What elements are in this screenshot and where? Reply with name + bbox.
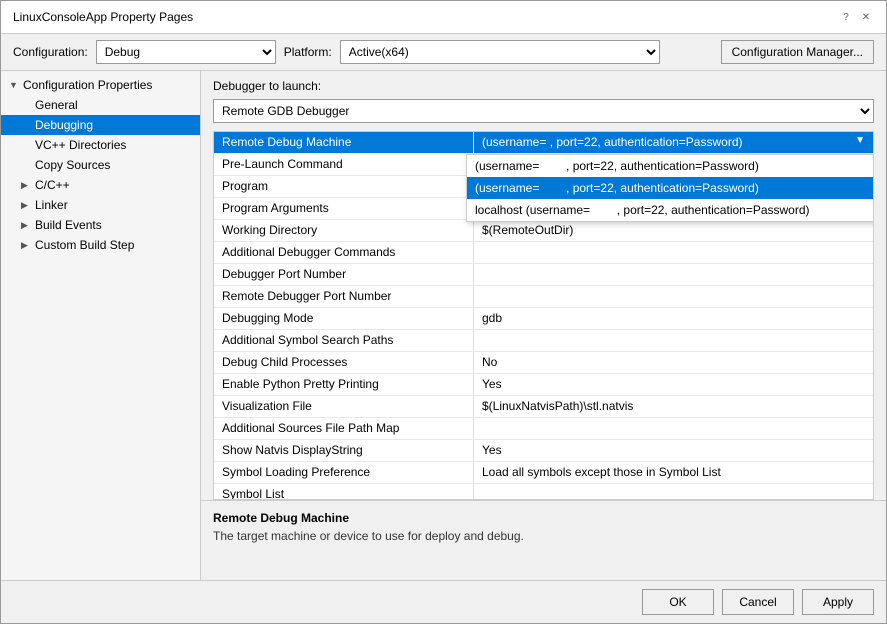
prop-name-0: Remote Debug Machine [214,132,474,153]
prop-name-14: Show Natvis DisplayString [214,440,474,461]
prop-name-13: Additional Sources File Path Map [214,418,474,439]
help-button[interactable]: ? [838,9,854,25]
sidebar-item-label-vc-dirs: VC++ Directories [35,138,126,152]
prop-name-4: Working Directory [214,220,474,241]
sidebar-item-label-copy-sources: Copy Sources [35,158,110,172]
sidebar-item-label-cpp: C/C++ [35,178,70,192]
sidebar-item-cpp[interactable]: ▶C/C++ [1,175,200,195]
prop-row-0[interactable]: Remote Debug Machine(username= , port=22… [214,132,873,154]
dropdown-overlay: (username= , port=22, authentication=Pas… [466,154,874,222]
prop-name-2: Program [214,176,474,197]
expand-icon-cpp: ▶ [21,180,33,191]
sidebar-item-label-debugging: Debugging [35,118,93,132]
ok-button[interactable]: OK [642,589,714,615]
sidebar-item-config-props[interactable]: ▼Configuration Properties [1,75,200,95]
prop-value-4: $(RemoteOutDir) [474,220,873,241]
prop-value-16 [474,484,873,500]
debugger-select[interactable]: Remote GDB Debugger [213,99,874,123]
sidebar-item-label-build-events: Build Events [35,218,102,232]
prop-value-0: (username= , port=22, authentication=Pas… [474,132,873,153]
prop-name-8: Debugging Mode [214,308,474,329]
sidebar-item-custom-build[interactable]: ▶Custom Build Step [1,235,200,255]
title-bar: LinuxConsoleApp Property Pages ? ✕ [1,1,886,34]
apply-button[interactable]: Apply [802,589,874,615]
platform-label: Platform: [284,45,332,59]
prop-value-15: Load all symbols except those in Symbol … [474,462,873,483]
sidebar-item-vc-dirs[interactable]: VC++ Directories [1,135,200,155]
dropdown-item-1[interactable]: (username= , port=22, authentication=Pas… [467,177,874,199]
configuration-select[interactable]: Debug [96,40,276,64]
prop-name-7: Remote Debugger Port Number [214,286,474,307]
prop-row-13[interactable]: Additional Sources File Path Map [214,418,873,440]
info-panel: Remote Debug Machine The target machine … [201,500,886,580]
prop-value-12: $(LinuxNatvisPath)\stl.natvis [474,396,873,417]
prop-name-15: Symbol Loading Preference [214,462,474,483]
prop-value-11: Yes [474,374,873,395]
sidebar-item-label-custom-build: Custom Build Step [35,238,134,252]
prop-value-6 [474,264,873,285]
platform-select[interactable]: Active(x64) [340,40,660,64]
sidebar-item-label-config-props: Configuration Properties [23,78,152,92]
prop-name-9: Additional Symbol Search Paths [214,330,474,351]
prop-row-5[interactable]: Additional Debugger Commands [214,242,873,264]
prop-row-6[interactable]: Debugger Port Number [214,264,873,286]
expand-icon-linker: ▶ [21,200,33,211]
prop-value-10: No [474,352,873,373]
config-manager-button[interactable]: Configuration Manager... [721,40,874,64]
sidebar-item-general[interactable]: General [1,95,200,115]
prop-row-15[interactable]: Symbol Loading PreferenceLoad all symbol… [214,462,873,484]
title-bar-controls: ? ✕ [838,9,874,25]
main-content: ▼Configuration Properties General Debugg… [1,71,886,580]
cancel-button[interactable]: Cancel [722,589,794,615]
prop-row-9[interactable]: Additional Symbol Search Paths [214,330,873,352]
prop-row-8[interactable]: Debugging Modegdb [214,308,873,330]
sidebar-item-label-general: General [35,98,78,112]
prop-value-5 [474,242,873,263]
prop-row-12[interactable]: Visualization File$(LinuxNatvisPath)\stl… [214,396,873,418]
dropdown-item-0[interactable]: (username= , port=22, authentication=Pas… [467,155,874,177]
prop-name-3: Program Arguments [214,198,474,219]
prop-row-11[interactable]: Enable Python Pretty PrintingYes [214,374,873,396]
property-pages-dialog: LinuxConsoleApp Property Pages ? ✕ Confi… [0,0,887,624]
dropdown-item-2[interactable]: localhost (username= , port=22, authenti… [467,199,874,221]
prop-name-5: Additional Debugger Commands [214,242,474,263]
prop-name-12: Visualization File [214,396,474,417]
prop-row-4[interactable]: Working Directory$(RemoteOutDir) [214,220,873,242]
prop-name-6: Debugger Port Number [214,264,474,285]
info-panel-description: The target machine or device to use for … [213,529,874,543]
right-panel: Debugger to launch: Remote GDB Debugger … [201,71,886,580]
config-label: Configuration: [13,45,88,59]
prop-row-16[interactable]: Symbol List [214,484,873,500]
prop-value-9 [474,330,873,351]
bottom-buttons: OK Cancel Apply [1,580,886,623]
prop-name-16: Symbol List [214,484,474,500]
expand-icon-custom-build: ▶ [21,240,33,251]
sidebar-item-copy-sources[interactable]: Copy Sources [1,155,200,175]
prop-row-10[interactable]: Debug Child ProcessesNo [214,352,873,374]
prop-row-7[interactable]: Remote Debugger Port Number [214,286,873,308]
sidebar: ▼Configuration Properties General Debugg… [1,71,201,580]
sidebar-item-debugging[interactable]: Debugging [1,115,200,135]
prop-name-1: Pre-Launch Command [214,154,474,175]
dropdown-arrow-icon[interactable]: ▼ [855,135,865,146]
sidebar-item-label-linker: Linker [35,198,68,212]
properties-area: (username= , port=22, authentication=Pas… [213,131,874,500]
expand-icon-build-events: ▶ [21,220,33,231]
prop-value-7 [474,286,873,307]
prop-row-14[interactable]: Show Natvis DisplayStringYes [214,440,873,462]
sidebar-item-build-events[interactable]: ▶Build Events [1,215,200,235]
prop-value-14: Yes [474,440,873,461]
info-panel-title: Remote Debug Machine [213,511,874,525]
dialog-title: LinuxConsoleApp Property Pages [13,10,193,24]
prop-name-10: Debug Child Processes [214,352,474,373]
expand-icon-config-props: ▼ [9,80,21,90]
prop-value-13 [474,418,873,439]
sidebar-item-linker[interactable]: ▶Linker [1,195,200,215]
config-row: Configuration: Debug Platform: Active(x6… [1,34,886,71]
debugger-select-row: Remote GDB Debugger [201,97,886,131]
prop-value-8: gdb [474,308,873,329]
close-button[interactable]: ✕ [858,9,874,25]
debugger-launch-label: Debugger to launch: [201,71,886,97]
prop-name-11: Enable Python Pretty Printing [214,374,474,395]
